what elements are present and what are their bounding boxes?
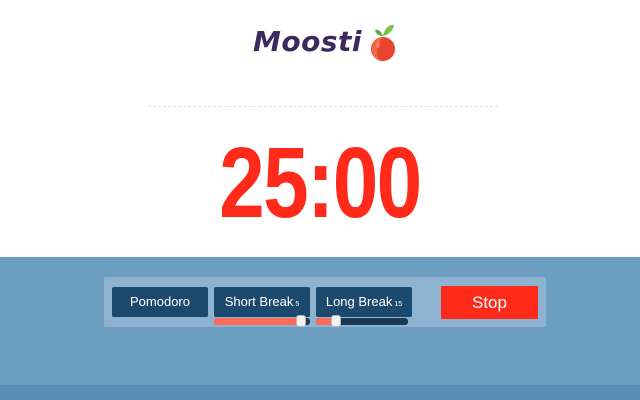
- short-break-label: Short Break: [224, 294, 294, 309]
- short-break-slider[interactable]: [214, 315, 310, 327]
- long-break-duration: 15: [394, 301, 403, 308]
- short-break-slider-fill: [214, 318, 303, 325]
- footer-strip: [0, 385, 640, 400]
- pomodoro-button[interactable]: Pomodoro: [112, 287, 208, 317]
- pomodoro-label: Pomodoro: [130, 294, 190, 309]
- short-break-duration: 5: [295, 301, 300, 308]
- short-break-button[interactable]: Short Break 5: [214, 287, 310, 317]
- stop-button[interactable]: Stop: [441, 286, 538, 319]
- long-break-slider-handle[interactable]: [331, 315, 342, 327]
- timer-display: 25:00: [0, 128, 640, 238]
- stop-label: Stop: [472, 293, 507, 312]
- tomato-icon: [370, 24, 395, 61]
- header-area: Moosti 25:00: [0, 0, 640, 257]
- long-break-button[interactable]: Long Break 15: [316, 287, 412, 317]
- timer-value: 25:00: [219, 127, 422, 239]
- header-divider: [148, 106, 498, 107]
- short-break-slider-handle[interactable]: [296, 315, 307, 327]
- long-break-label: Long Break: [325, 294, 393, 309]
- app-logo: Moosti: [253, 22, 398, 62]
- long-break-slider[interactable]: [316, 315, 408, 327]
- app-name: Moosti: [253, 25, 362, 58]
